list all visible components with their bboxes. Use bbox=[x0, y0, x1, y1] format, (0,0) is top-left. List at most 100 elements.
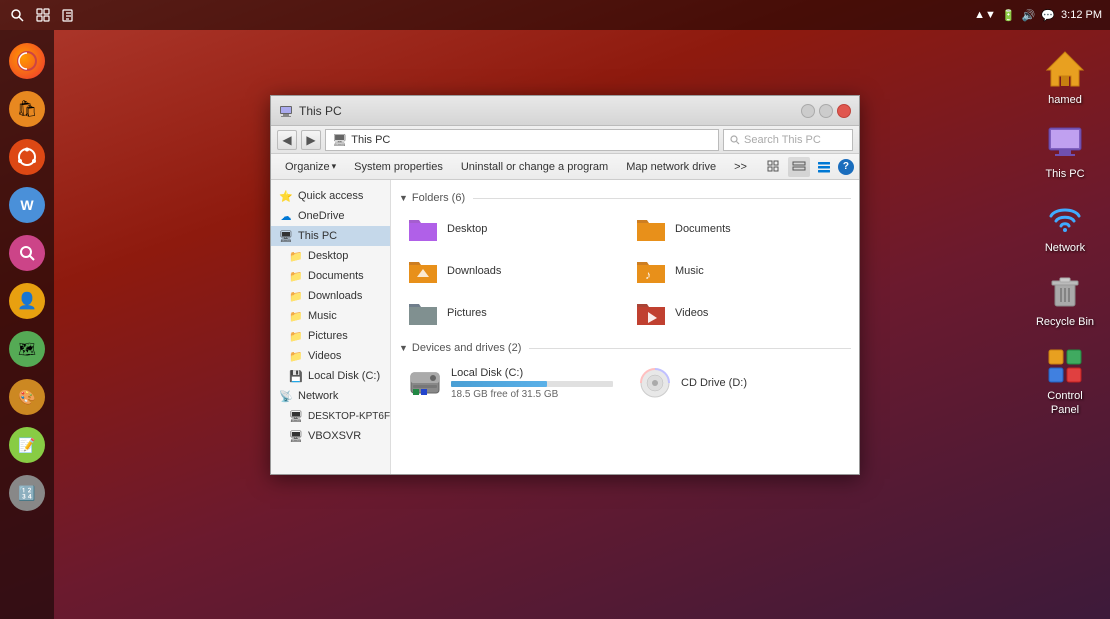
hamed-label: hamed bbox=[1048, 94, 1082, 106]
taskbar-search-icon[interactable] bbox=[8, 6, 26, 24]
downloads-folder-icon: 📁 bbox=[289, 289, 303, 303]
drive-item-d[interactable]: CD Drive (D:) bbox=[629, 360, 851, 406]
address-text: This PC bbox=[351, 134, 390, 146]
folder-item-pictures[interactable]: Pictures bbox=[399, 294, 623, 332]
sidebar-item-network[interactable]: 📡 Network bbox=[271, 386, 390, 406]
music-folder-icon: 📁 bbox=[289, 309, 303, 323]
toolbar-right: ? bbox=[763, 157, 854, 177]
documents-folder-label: Documents bbox=[675, 223, 731, 235]
taskbar-battery-indicator: 🔋 bbox=[1002, 9, 1016, 22]
videos-folder-label: Videos bbox=[675, 307, 708, 319]
sidebar-item-this-pc[interactable]: 🖥 This PC bbox=[271, 226, 390, 246]
maximize-button[interactable]: □ bbox=[819, 104, 833, 118]
titlebar-pc-icon bbox=[279, 104, 293, 118]
music-folder-label: Music bbox=[675, 265, 704, 277]
sidebar-item-desktop[interactable]: 📁 Desktop bbox=[271, 246, 390, 266]
sidebar-item-videos[interactable]: 📁 Videos bbox=[271, 346, 390, 366]
uninstall-button[interactable]: Uninstall or change a program bbox=[453, 157, 616, 177]
dock-item-ubuntu-software[interactable]: 🛍 bbox=[6, 88, 48, 130]
dock-item-notes[interactable]: 📝 bbox=[6, 424, 48, 466]
music-folder-graphic: ♪ bbox=[635, 257, 667, 285]
sidebar-item-pictures[interactable]: 📁 Pictures bbox=[271, 326, 390, 346]
minimize-button[interactable]: ─ bbox=[801, 104, 815, 118]
address-pc-icon: 🖥 bbox=[332, 133, 347, 147]
local-disk-icon bbox=[407, 365, 443, 401]
sidebar-item-quick-access[interactable]: ⭐ Quick access bbox=[271, 186, 390, 206]
drives-toggle[interactable]: ▼ bbox=[399, 343, 408, 353]
downloads-folder-label: Downloads bbox=[447, 265, 501, 277]
folders-section-header: ▼ Folders (6) bbox=[399, 192, 851, 204]
taskbar-network-indicator: ▲▼ bbox=[974, 9, 996, 21]
documents-folder-graphic bbox=[635, 215, 667, 243]
search-placeholder: Search This PC bbox=[744, 134, 821, 146]
right-dock-item-hamed[interactable]: hamed bbox=[1025, 40, 1105, 110]
sidebar-item-desktop-kpt[interactable]: 🖥 DESKTOP-KPT6F75 bbox=[271, 406, 390, 426]
home-icon bbox=[1041, 44, 1089, 92]
dock-item-maps[interactable]: 🗺 bbox=[6, 328, 48, 370]
forward-button[interactable]: ▶ bbox=[301, 130, 321, 150]
sidebar-item-local-disk[interactable]: 💾 Local Disk (C:) bbox=[271, 366, 390, 386]
taskbar-volume-indicator: 🔊 bbox=[1022, 9, 1036, 22]
main-content: ▼ Folders (6) Desktop bbox=[391, 180, 859, 474]
organize-button[interactable]: Organize ▾ bbox=[277, 157, 344, 177]
window-nav: ◀ ▶ 🖥 This PC Search This PC bbox=[271, 126, 859, 154]
sidebar-item-documents[interactable]: 📁 Documents bbox=[271, 266, 390, 286]
onedrive-icon: ☁ bbox=[279, 209, 293, 223]
folder-item-downloads[interactable]: Downloads bbox=[399, 252, 623, 290]
dock-item-ubuntu[interactable] bbox=[6, 136, 48, 178]
local-disk-fill bbox=[451, 381, 547, 387]
sidebar-item-onedrive[interactable]: ☁ OneDrive bbox=[271, 206, 390, 226]
search-icon bbox=[730, 135, 740, 145]
drive-item-c[interactable]: Local Disk (C:) 18.5 GB free of 31.5 GB bbox=[399, 360, 621, 406]
folders-toggle[interactable]: ▼ bbox=[399, 193, 408, 203]
right-dock-item-this-pc[interactable]: This PC bbox=[1025, 114, 1105, 184]
sidebar-item-music[interactable]: 📁 Music bbox=[271, 306, 390, 326]
sidebar-item-downloads[interactable]: 📁 Downloads bbox=[271, 286, 390, 306]
desktop-folder-label: Desktop bbox=[447, 223, 487, 235]
right-dock-item-network[interactable]: Network bbox=[1025, 188, 1105, 258]
control-panel-label: Control bbox=[1047, 390, 1082, 402]
right-dock: hamed This PC Network bbox=[1020, 30, 1110, 619]
this-pc-label: This PC bbox=[1045, 168, 1084, 180]
sidebar-item-vboxsvr[interactable]: 🖥 VBOXSVR bbox=[271, 426, 390, 446]
taskbar-files-icon[interactable] bbox=[60, 6, 78, 24]
view-toggle-button[interactable] bbox=[763, 157, 785, 177]
dock-item-libreoffice[interactable]: W bbox=[6, 184, 48, 226]
more-toolbar-button[interactable]: >> bbox=[726, 157, 755, 177]
local-disk-name: Local Disk (C:) bbox=[451, 367, 613, 379]
folder-item-desktop[interactable]: Desktop bbox=[399, 210, 623, 248]
svg-text:♪: ♪ bbox=[645, 268, 651, 282]
map-network-button[interactable]: Map network drive bbox=[618, 157, 724, 177]
local-disk-sidebar-icon: 💾 bbox=[289, 369, 303, 383]
window-toolbar: Organize ▾ System properties Uninstall o… bbox=[271, 154, 859, 180]
taskbar-multiview-icon[interactable] bbox=[34, 6, 52, 24]
dock-item-paint[interactable]: 🎨 bbox=[6, 376, 48, 418]
right-dock-item-recycle-bin[interactable]: Recycle Bin bbox=[1025, 262, 1105, 332]
this-pc-sidebar-icon: 🖥 bbox=[279, 229, 293, 243]
taskbar-notification-icon: 💬 bbox=[1041, 9, 1055, 22]
folder-item-videos[interactable]: Videos bbox=[627, 294, 851, 332]
back-button[interactable]: ◀ bbox=[277, 130, 297, 150]
dock-item-lens[interactable] bbox=[6, 232, 48, 274]
close-button[interactable]: ✕ bbox=[837, 104, 851, 118]
local-disk-info: Local Disk (C:) 18.5 GB free of 31.5 GB bbox=[451, 367, 613, 400]
view-details-button[interactable] bbox=[813, 157, 835, 177]
folders-grid: Desktop Documents bbox=[399, 210, 851, 332]
desktop-kpt-icon: 🖥 bbox=[289, 409, 303, 423]
folder-item-music[interactable]: ♪ Music bbox=[627, 252, 851, 290]
dock-item-firefox[interactable] bbox=[6, 40, 48, 82]
pictures-folder-icon: 📁 bbox=[289, 329, 303, 343]
search-bar[interactable]: Search This PC bbox=[723, 129, 853, 151]
desktop-folder-graphic bbox=[407, 215, 439, 243]
address-bar[interactable]: 🖥 This PC bbox=[325, 129, 719, 151]
view-list-button[interactable] bbox=[788, 157, 810, 177]
dock-item-calc[interactable]: 🔢 bbox=[6, 472, 48, 514]
help-button[interactable]: ? bbox=[838, 159, 854, 175]
cd-drive-name: CD Drive (D:) bbox=[681, 377, 843, 389]
folder-item-documents[interactable]: Documents bbox=[627, 210, 851, 248]
drives-divider bbox=[529, 348, 851, 349]
right-dock-item-control-panel[interactable]: Control Panel bbox=[1025, 336, 1105, 420]
drives-grid: Local Disk (C:) 18.5 GB free of 31.5 GB bbox=[399, 360, 851, 406]
dock-item-contacts[interactable]: 👤 bbox=[6, 280, 48, 322]
system-properties-button[interactable]: System properties bbox=[346, 157, 451, 177]
